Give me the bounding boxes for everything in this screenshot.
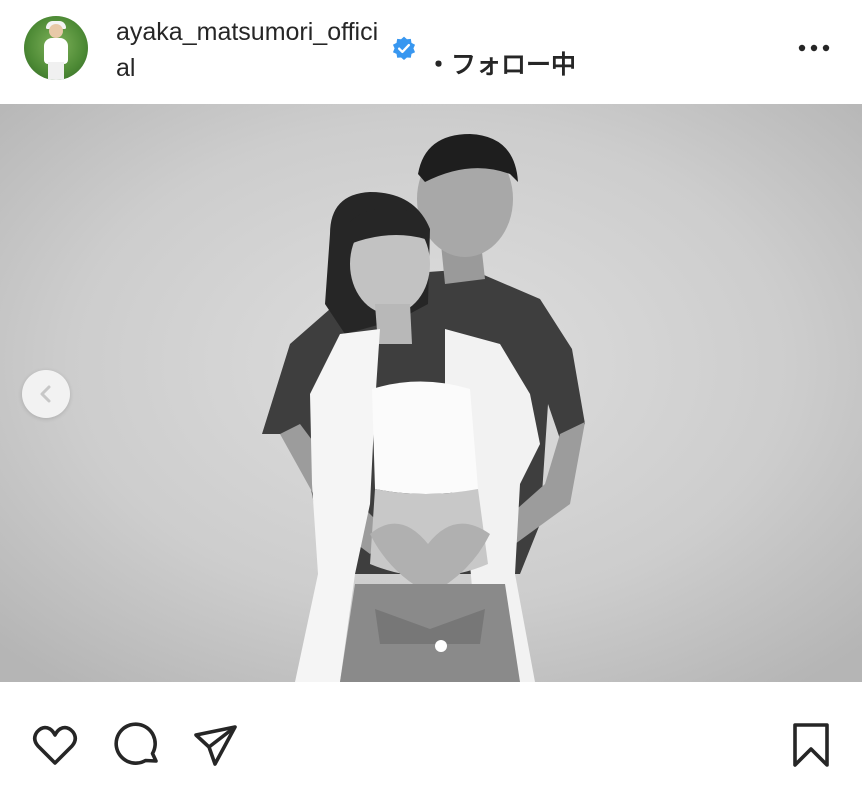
instagram-post: ayaka_matsumori_official ・フォロー中	[0, 0, 862, 789]
post-image[interactable]	[0, 104, 862, 682]
avatar[interactable]	[24, 16, 88, 80]
action-bar	[0, 682, 862, 789]
carousel-prev-button[interactable]	[22, 370, 70, 418]
post-header: ayaka_matsumori_official ・フォロー中	[0, 0, 862, 104]
bookmark-icon[interactable]	[786, 720, 836, 770]
verified-badge-icon	[392, 36, 416, 61]
chevron-left-icon	[40, 385, 51, 403]
username-link[interactable]: ayaka_matsumori_official	[116, 14, 386, 86]
send-icon[interactable]	[190, 720, 240, 770]
more-options-icon[interactable]	[796, 36, 836, 60]
carousel-dot-active	[435, 640, 447, 652]
follow-button[interactable]: ・フォロー中	[426, 47, 576, 83]
photo-illustration	[0, 104, 862, 682]
separator-dot: ・	[426, 51, 452, 79]
heart-icon[interactable]	[30, 720, 80, 770]
comment-icon[interactable]	[112, 720, 162, 770]
follow-label: フォロー中	[451, 51, 577, 79]
